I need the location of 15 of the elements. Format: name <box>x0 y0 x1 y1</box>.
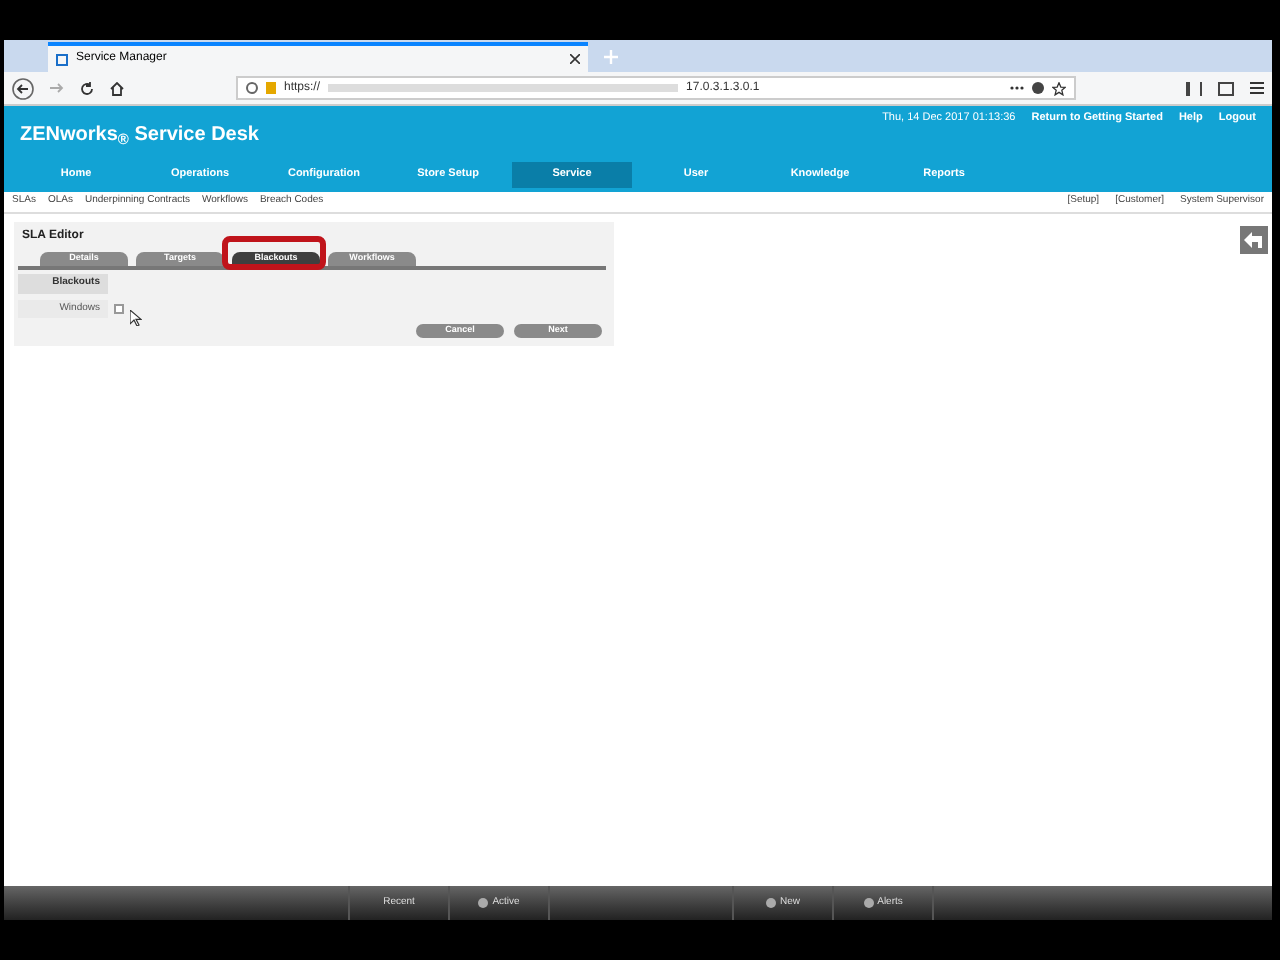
bookmark-star-icon[interactable] <box>1052 81 1066 95</box>
cursor-icon <box>130 309 142 325</box>
info-icon <box>246 82 258 94</box>
app-title: ZENworks$_{®}$ Service Desk <box>20 122 259 150</box>
sidebar-icon[interactable] <box>1218 81 1234 95</box>
back-icon[interactable] <box>12 77 34 99</box>
home-icon[interactable] <box>110 81 124 95</box>
reload-icon[interactable] <box>80 81 94 95</box>
windows-checkbox[interactable] <box>114 304 124 314</box>
library-icon[interactable] <box>1186 81 1202 95</box>
close-icon[interactable] <box>570 54 580 64</box>
menu-icon[interactable] <box>1250 82 1264 94</box>
back-arrow-button[interactable] <box>1240 226 1268 254</box>
page-icon <box>56 53 68 65</box>
highlight-frame <box>222 236 326 270</box>
